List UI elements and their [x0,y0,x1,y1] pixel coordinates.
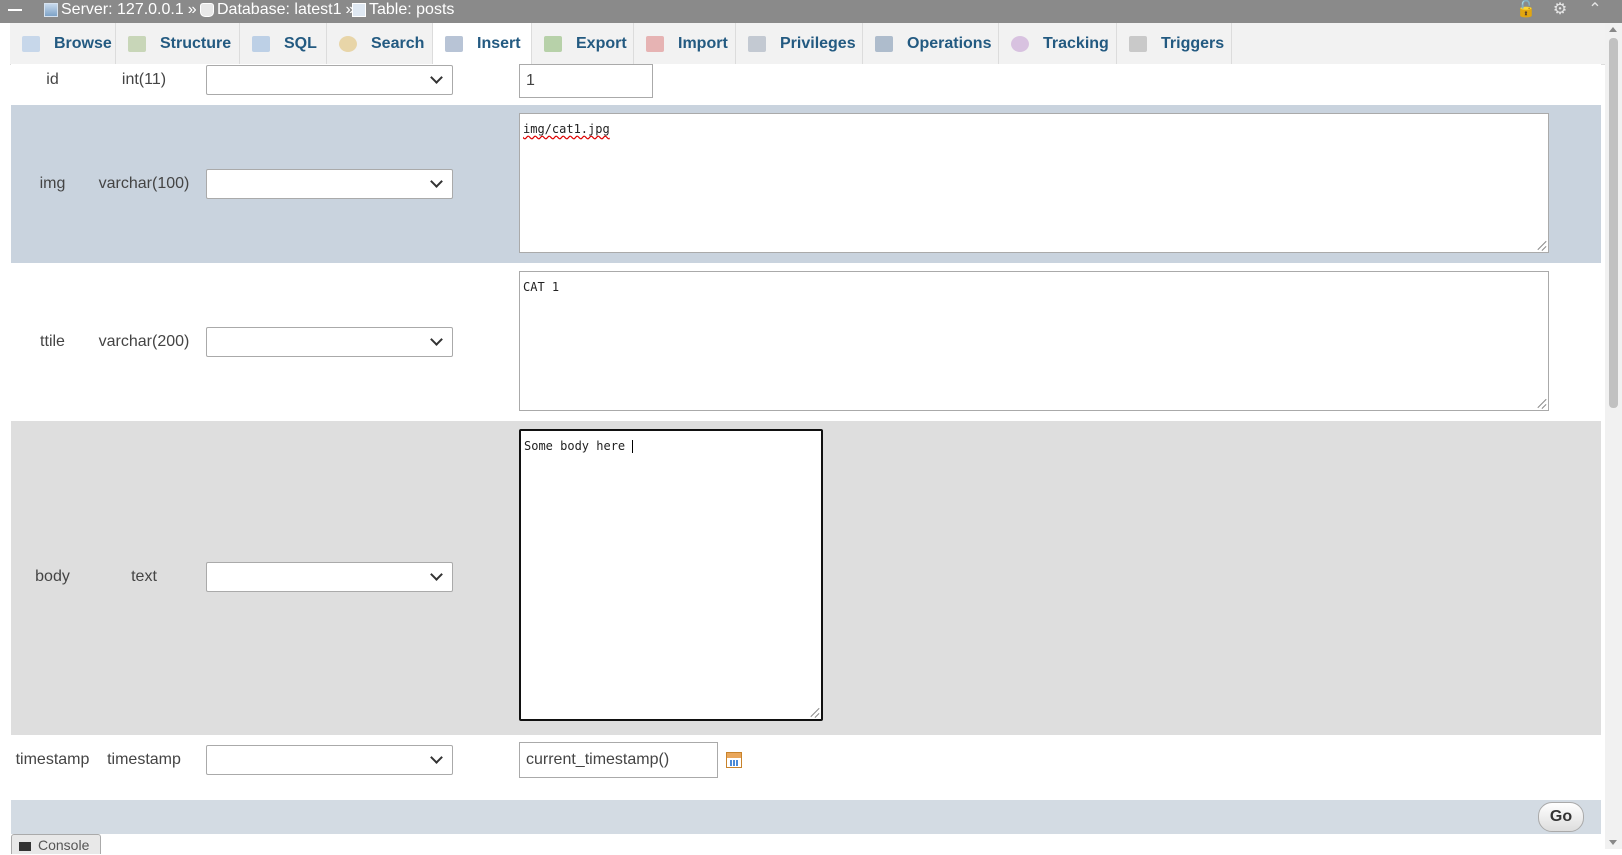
database-icon [200,3,214,17]
tab-insert[interactable]: Insert [433,23,532,64]
scroll-thumb[interactable] [1609,38,1618,408]
collapse-navigation-icon[interactable] [6,0,26,20]
console-toggle[interactable]: Console [11,834,101,854]
scroll-down-icon[interactable] [1609,840,1617,845]
tab-browse[interactable]: Browse [10,23,116,64]
breadcrumb-table-label: Table: posts [369,1,455,18]
field-name: id [46,71,59,88]
tab-operations[interactable]: Operations [863,23,999,64]
insert-icon [445,35,463,52]
table-icon [352,3,366,17]
field-name: img [39,175,66,192]
field-row-body: body text Some body here [11,421,1601,735]
search-icon [339,35,357,52]
tab-search[interactable]: Search [327,23,433,64]
privileges-icon [748,35,766,52]
structure-icon [128,35,146,52]
function-select[interactable] [206,65,453,95]
lock-icon[interactable]: 🔓 [1516,0,1536,20]
table-tabs: Browse Structure SQL Search Insert Expor… [10,23,1605,65]
function-select[interactable] [206,169,453,199]
browse-icon [22,35,40,52]
tab-tracking[interactable]: Tracking [999,23,1117,64]
console-icon [19,842,31,851]
field-type: int(11) [121,71,167,88]
breadcrumb-server[interactable]: Server: 127.0.0.1 » [44,0,197,20]
export-icon [544,35,562,52]
go-button[interactable]: Go [1538,802,1584,832]
import-icon [646,35,664,52]
value-input-id[interactable]: 1 [519,64,653,98]
sql-icon [252,35,270,52]
breadcrumb-table[interactable]: Table: posts [352,0,454,20]
tab-sql[interactable]: SQL [240,23,327,64]
chevron-down-icon [428,72,446,86]
field-type: varchar(200) [98,333,190,350]
tab-structure[interactable]: Structure [116,23,240,64]
function-select[interactable] [206,327,453,357]
calendar-icon[interactable] [726,752,742,768]
page-scrollbar[interactable] [1605,23,1622,849]
server-icon [44,3,58,17]
function-select[interactable] [206,745,453,775]
value-input-timestamp[interactable]: current_timestamp() [519,742,718,778]
breadcrumb: Server: 127.0.0.1 » Database: latest1 » … [0,0,1622,23]
value-textarea-body[interactable]: Some body here [519,429,823,721]
field-type: varchar(100) [98,175,190,192]
field-row-img: img varchar(100) img/cat1.jpg [11,105,1601,263]
collapse-top-icon[interactable]: ⌃ [1585,0,1605,20]
chevron-down-icon [428,752,446,766]
tab-triggers[interactable]: Triggers [1117,23,1232,64]
chevron-down-icon [428,569,446,583]
tab-import[interactable]: Import [634,23,736,64]
field-name: timestamp [15,751,90,768]
chevron-down-icon [428,334,446,348]
triggers-icon [1129,35,1147,52]
resize-handle-icon[interactable] [1536,398,1546,408]
breadcrumb-server-label: Server: 127.0.0.1 [61,1,184,18]
field-type: text [131,568,157,585]
field-name: body [35,568,70,585]
field-type: timestamp [107,751,181,768]
tab-privileges[interactable]: Privileges [736,23,863,64]
chevron-down-icon [428,176,446,190]
scroll-up-icon[interactable] [1609,27,1617,32]
resize-handle-icon[interactable] [1536,240,1546,250]
tab-export[interactable]: Export [532,23,634,64]
field-row-timestamp: timestamp timestamp current_timestamp() [11,735,1601,787]
settings-gear-icon[interactable]: ⚙ [1550,0,1570,20]
field-row-ttile: ttile varchar(200) CAT 1 [11,263,1601,421]
operations-icon [875,35,893,52]
resize-handle-icon[interactable] [809,707,819,717]
text-cursor [632,440,634,453]
form-footer: Go [11,800,1601,834]
value-textarea-img[interactable]: img/cat1.jpg [519,113,1549,253]
breadcrumb-database[interactable]: Database: latest1 » [200,0,354,20]
breadcrumb-database-label: Database: latest1 [217,1,342,18]
field-row-id: id int(11) 1 [11,64,1601,105]
function-select[interactable] [206,562,453,592]
value-textarea-ttile[interactable]: CAT 1 [519,271,1549,411]
field-name: ttile [40,333,65,350]
tracking-icon [1011,35,1029,52]
